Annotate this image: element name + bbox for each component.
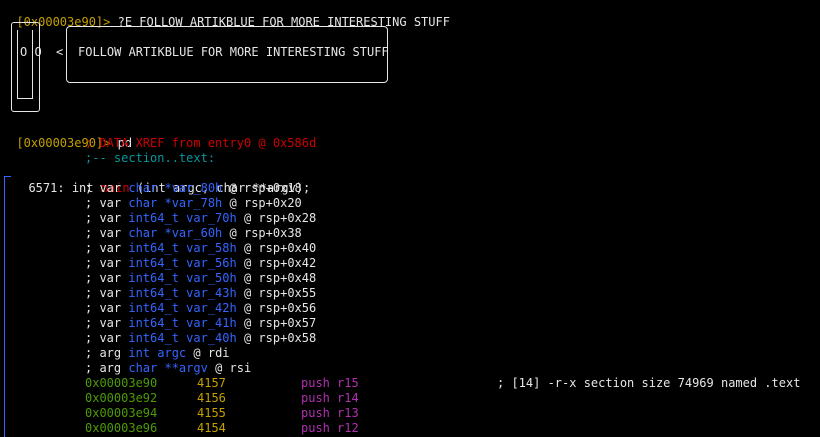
var-type: int64_t var_42h — [128, 301, 237, 315]
instruction-address[interactable]: 0x00003e96 — [85, 421, 157, 436]
function-bracket — [4, 176, 11, 437]
var-location: @ rsp+0x48 — [243, 271, 317, 285]
var-kind: ; var — [85, 301, 122, 315]
var-line: ; var int64_t var_58h @ rsp+0x40 — [85, 241, 316, 256]
var-location: @ rsp+0x57 — [243, 316, 317, 330]
var-type: int64_t var_41h — [128, 316, 237, 330]
xref-comment: ; DATA XREF from entry0 @ 0x586d — [85, 136, 317, 150]
var-kind: ; arg — [85, 346, 122, 360]
instruction-mnemonic: push — [301, 391, 330, 405]
var-kind: ; var — [85, 181, 122, 195]
instruction-mnemonic: push — [301, 376, 330, 390]
clippy-inner-loop — [17, 30, 33, 99]
var-type: int64_t var_40h — [128, 331, 237, 345]
function-signature: 6571: int main (int argc, char **argv); — [14, 166, 310, 195]
var-type: char *var_78h — [128, 196, 223, 210]
var-location: @ rdi — [193, 346, 230, 360]
var-line: ; var char *var_60h @ rsp+0x38 — [85, 226, 302, 241]
var-kind: ; var — [85, 196, 122, 210]
var-location: @ rsp+0x56 — [243, 301, 317, 315]
var-line: ; var int64_t var_43h @ rsp+0x55 — [85, 286, 316, 301]
instruction-address[interactable]: 0x00003e94 — [85, 406, 157, 421]
var-type: int64_t var_43h — [128, 286, 237, 300]
var-line: ; var int64_t var_41h @ rsp+0x57 — [85, 316, 316, 331]
var-type: int64_t var_58h — [128, 241, 237, 255]
var-line: ; arg int argc @ rdi — [85, 346, 230, 361]
function-size: 6571: — [28, 181, 65, 195]
instruction-bytes: 4155 — [197, 406, 226, 420]
var-line: ; var char *var_80h @ rsp+0x18 — [85, 181, 302, 196]
var-type: char *var_60h — [128, 226, 223, 240]
var-location: @ rsp+0x18 — [229, 181, 302, 195]
instruction-comment: ; [14] -r-x section size 74969 named .te… — [497, 376, 801, 390]
var-kind: ; var — [85, 271, 122, 285]
var-kind: ; var — [85, 241, 122, 255]
instruction-address[interactable]: 0x00003e90 — [85, 376, 157, 391]
var-location: @ rsp+0x38 — [229, 226, 302, 240]
instruction-bytes: 4157 — [197, 376, 226, 390]
var-kind: ; var — [85, 286, 122, 300]
var-kind: ; var — [85, 256, 122, 270]
var-location: @ rsi — [215, 361, 252, 375]
var-location: @ rsp+0x42 — [243, 256, 317, 270]
var-location: @ rsp+0x58 — [243, 331, 317, 345]
section-comment: ;-- section..text: — [85, 151, 216, 165]
instruction-bytes: 4156 — [197, 391, 226, 405]
var-type: int64_t var_50h — [128, 271, 237, 285]
prompt-line-1: [0x00003e90]> ?E FOLLOW ARTIKBLUE FOR MO… — [2, 0, 450, 29]
instruction-mnemonic: push — [301, 406, 330, 420]
clippy-eyes: O O — [20, 45, 42, 59]
instruction-bytes: 4154 — [197, 421, 226, 435]
var-type: int64_t var_56h — [128, 256, 237, 270]
var-kind: ; var — [85, 316, 122, 330]
prompt-line-2: [0x00003e90]> pd — [2, 121, 132, 150]
var-type: int64_t var_70h — [128, 211, 237, 225]
var-line: ; var char *var_78h @ rsp+0x20 — [85, 196, 302, 211]
instruction-mnemonic: push — [301, 421, 330, 435]
var-location: @ rsp+0x20 — [229, 196, 302, 210]
var-kind: ; var — [85, 226, 122, 240]
instruction-operand: r15 — [337, 376, 359, 390]
instruction-operand: r13 — [337, 406, 359, 420]
var-line: ; var int64_t var_56h @ rsp+0x42 — [85, 256, 316, 271]
var-type: char **argv — [128, 361, 208, 375]
instruction-address[interactable]: 0x00003e92 — [85, 391, 157, 406]
var-line: ; var int64_t var_70h @ rsp+0x28 — [85, 211, 316, 226]
var-kind: ; arg — [85, 361, 122, 375]
var-type: int argc — [128, 346, 187, 360]
var-line: ; var int64_t var_42h @ rsp+0x56 — [85, 301, 316, 316]
var-location: @ rsp+0x55 — [243, 286, 317, 300]
var-kind: ; var — [85, 211, 122, 225]
var-line: ; var int64_t var_50h @ rsp+0x48 — [85, 271, 316, 286]
bubble-pointer: < — [56, 45, 64, 59]
instruction-operand: r14 — [337, 391, 359, 405]
var-line: ; var int64_t var_40h @ rsp+0x58 — [85, 331, 316, 346]
var-location: @ rsp+0x40 — [243, 241, 317, 255]
var-kind: ; var — [85, 331, 122, 345]
var-line: ; arg char **argv @ rsi — [85, 361, 251, 376]
var-type: char *var_80h — [128, 181, 223, 195]
bubble-message: FOLLOW ARTIKBLUE FOR MORE INTERESTING ST… — [78, 45, 389, 59]
var-location: @ rsp+0x28 — [243, 211, 317, 225]
instruction-operand: r12 — [337, 421, 359, 435]
